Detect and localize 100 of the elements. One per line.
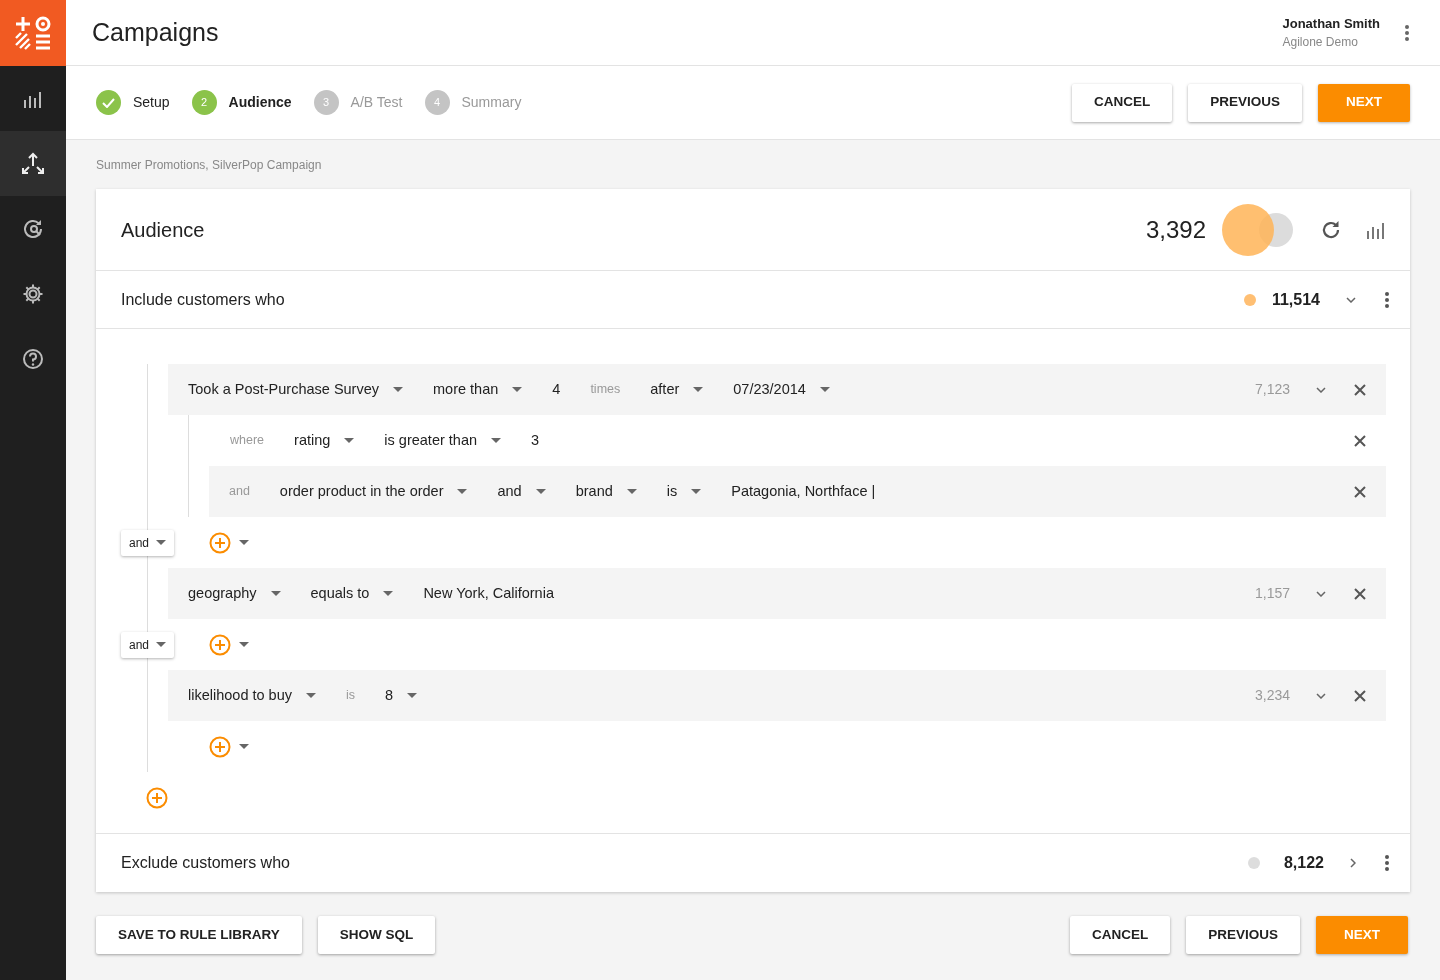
plus-icon xyxy=(209,633,231,656)
connector-dropdown[interactable]: and xyxy=(121,631,174,658)
dropdown[interactable]: and xyxy=(497,480,546,503)
more-menu-icon[interactable] xyxy=(1384,290,1390,309)
rule-count: 7,123 xyxy=(1253,380,1290,399)
caret-icon xyxy=(457,488,468,495)
operator-label: is xyxy=(346,687,356,705)
caret-icon xyxy=(819,386,830,393)
refresh-search-icon xyxy=(22,217,44,240)
caret-icon xyxy=(156,641,166,648)
caret-icon xyxy=(626,488,637,495)
step-label[interactable]: Audience xyxy=(228,92,292,113)
settings-icon xyxy=(22,282,44,305)
rule-count: 1,157 xyxy=(1253,584,1290,603)
caret-icon xyxy=(344,437,355,444)
chevron-down-icon xyxy=(1316,590,1326,597)
caret-icon xyxy=(306,692,316,699)
caret-icon xyxy=(691,488,702,495)
caret-icon xyxy=(383,590,394,597)
close-button[interactable] xyxy=(1354,587,1366,600)
caret-icon xyxy=(156,539,166,546)
step-number: 2 xyxy=(191,90,217,115)
plus-icon xyxy=(146,786,168,809)
section-count: 11,514 xyxy=(1270,289,1320,310)
nav-item[interactable] xyxy=(0,131,66,196)
plus-icon xyxy=(209,735,231,758)
caret-icon xyxy=(270,590,281,597)
step-number: 3 xyxy=(313,90,339,115)
dropdown[interactable]: likelihood to buy xyxy=(188,684,316,707)
dropdown[interactable]: Took a Post-Purchase Survey xyxy=(188,378,403,401)
caret-icon xyxy=(239,539,249,546)
caret-icon xyxy=(512,386,523,393)
operator-label: where xyxy=(230,432,265,450)
operator-label: and xyxy=(229,483,250,501)
dropdown[interactable]: brand xyxy=(575,480,637,503)
chevron-right-icon[interactable] xyxy=(1350,858,1356,868)
expand-button[interactable] xyxy=(1316,692,1326,699)
caret-icon xyxy=(407,692,418,699)
close-icon xyxy=(1354,587,1366,600)
dropdown[interactable]: geography xyxy=(188,582,281,605)
section-title: Include customers who xyxy=(121,289,285,310)
action-button[interactable]: CANCEL xyxy=(1071,83,1173,122)
close-icon xyxy=(1354,383,1366,396)
action-button[interactable]: PREVIOUS xyxy=(1186,916,1300,954)
dropdown[interactable]: 8 xyxy=(385,684,418,707)
plus-icon xyxy=(209,531,231,554)
close-icon xyxy=(1354,485,1366,498)
close-button[interactable] xyxy=(1354,434,1366,447)
caret-icon xyxy=(239,743,249,750)
chevron-down-icon[interactable] xyxy=(1346,296,1356,303)
add-condition-button[interactable] xyxy=(209,531,249,554)
dropdown[interactable]: equals to xyxy=(310,582,394,605)
overlap-circles-icon xyxy=(1222,203,1296,256)
section-count: 8,122 xyxy=(1282,853,1324,873)
chevron-down-icon xyxy=(1316,692,1326,699)
step-number: 4 xyxy=(424,90,450,115)
refresh-icon[interactable] xyxy=(1320,218,1342,241)
dropdown[interactable]: after xyxy=(650,378,704,401)
expand-button[interactable] xyxy=(1316,386,1326,393)
action-button[interactable]: SHOW SQL xyxy=(317,916,436,954)
section-title: Exclude customers who xyxy=(121,853,290,873)
close-button[interactable] xyxy=(1354,383,1366,396)
add-condition-button[interactable] xyxy=(209,735,249,758)
dropdown[interactable]: is xyxy=(666,480,702,503)
breadcrumb: Summer Promotions, SilverPop Campaign xyxy=(96,157,323,174)
chevron-down-icon xyxy=(1316,386,1326,393)
dropdown[interactable]: more than xyxy=(433,378,523,401)
action-button[interactable]: CANCEL xyxy=(1069,916,1171,954)
operator-label: times xyxy=(590,381,621,399)
user-name: Jonathan Smith xyxy=(1282,14,1380,33)
page-title: Campaigns xyxy=(92,16,219,48)
value-text: New York, California xyxy=(423,583,554,603)
close-icon xyxy=(1354,689,1366,702)
audience-count: 3,392 xyxy=(1145,214,1206,245)
dropdown[interactable]: is greater than xyxy=(384,429,502,452)
close-button[interactable] xyxy=(1354,689,1366,702)
step-label[interactable]: Setup xyxy=(133,92,170,113)
dropdown[interactable]: rating xyxy=(294,429,355,452)
organization-name: Agilone Demo xyxy=(1282,34,1359,52)
connector-dropdown[interactable]: and xyxy=(121,529,174,556)
value-text: 3 xyxy=(531,430,540,450)
close-icon xyxy=(1354,434,1366,447)
arrows-out-icon xyxy=(20,151,46,176)
value-text: Patagonia, Northface | xyxy=(731,481,876,501)
help-icon xyxy=(22,347,44,370)
caret-icon xyxy=(239,641,249,648)
audience-title: Audience xyxy=(121,217,205,243)
action-button[interactable]: PREVIOUS xyxy=(1188,83,1302,122)
more-menu-icon[interactable] xyxy=(1404,23,1410,42)
dropdown[interactable]: 07/23/2014 xyxy=(733,378,830,401)
more-menu-icon[interactable] xyxy=(1384,854,1390,872)
caret-icon xyxy=(491,437,502,444)
expand-button[interactable] xyxy=(1316,590,1326,597)
caret-icon xyxy=(393,386,403,393)
action-button[interactable]: SAVE TO RULE LIBRARY xyxy=(96,916,302,954)
caret-icon xyxy=(535,488,546,495)
dropdown[interactable]: order product in the order xyxy=(279,480,468,503)
add-condition-button[interactable] xyxy=(209,633,249,656)
caret-icon xyxy=(693,386,704,393)
close-button[interactable] xyxy=(1354,485,1366,498)
